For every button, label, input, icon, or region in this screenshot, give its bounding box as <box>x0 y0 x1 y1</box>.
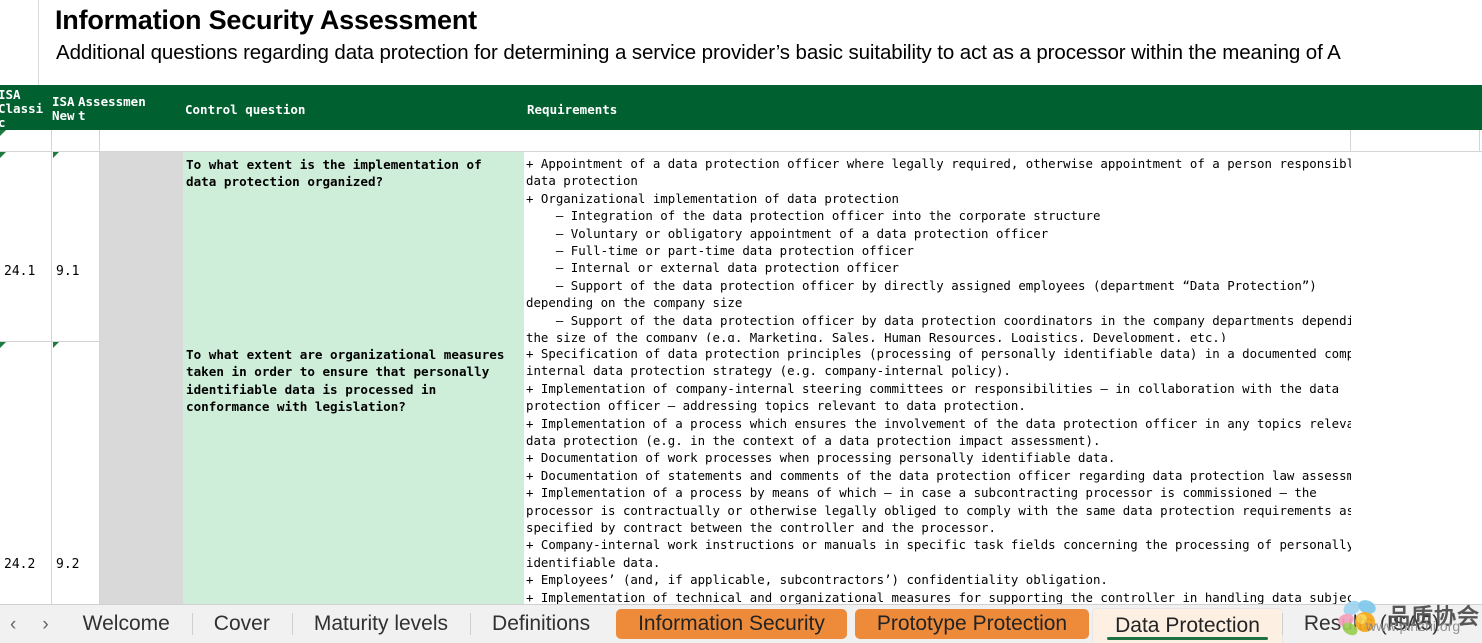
title-area: Information Security Assessment Addition… <box>0 0 1482 85</box>
cell-isa-new[interactable]: 9.2 <box>52 342 100 605</box>
comment-indicator-icon <box>53 342 59 348</box>
cell-control-question[interactable]: To what extent are organizational measur… <box>183 342 524 605</box>
isa-classic-value: 24.2 <box>4 557 36 572</box>
sheet-grid[interactable]: 24.1 9.1 To what extent is the implement… <box>0 130 1482 605</box>
cell-requirements[interactable]: + Appointment of a data protection offic… <box>524 152 1391 345</box>
cell-isa-classic[interactable]: 24.1 <box>0 152 52 342</box>
isa-new-value: 9.2 <box>56 557 80 572</box>
column-header-requirements[interactable]: Requirements <box>527 103 827 123</box>
comment-indicator-icon <box>0 342 6 348</box>
page-subtitle: Additional questions regarding data prot… <box>56 41 1341 64</box>
spreadsheet-window: Information Security Assessment Addition… <box>0 0 1482 643</box>
requirements-text: + Appointment of a data protection offic… <box>526 156 1391 346</box>
cell-assessment[interactable] <box>100 342 183 605</box>
sheet-tab-results-isa5[interactable]: Results (ISA5) <box>1281 605 1461 643</box>
cell-control-question[interactable]: To what extent is the implementation of … <box>183 152 524 342</box>
column-header-control-question[interactable]: Control question <box>185 103 485 123</box>
sheet-tab-data-protection[interactable]: Data Protection <box>1093 609 1282 643</box>
left-margin-rule <box>38 0 39 85</box>
cell-isa-new[interactable]: 9.1 <box>52 152 100 342</box>
active-tab-underline <box>1107 637 1268 640</box>
sheet-tab-cover[interactable]: Cover <box>191 605 292 643</box>
comment-indicator-icon <box>0 152 6 158</box>
sheet-tab-definitions[interactable]: Definitions <box>470 605 612 643</box>
sheet-tab-bar: ‹ › Welcome Cover Maturity levels Defini… <box>0 600 1482 643</box>
page-title: Information Security Assessment <box>55 5 477 35</box>
requirements-text: + Specification of data protection princ… <box>526 346 1392 605</box>
sheet-tab-maturity-levels[interactable]: Maturity levels <box>291 605 470 643</box>
cell-isa-classic[interactable]: 24.2 <box>0 342 52 605</box>
cell-requirements[interactable]: + Specification of data protection princ… <box>524 342 1392 605</box>
column-header-assessment[interactable]: Assessmen t <box>78 95 160 129</box>
sheet-tab-information-security[interactable]: Information Security <box>616 609 847 639</box>
control-question-text: To what extent are organizational measur… <box>186 347 505 415</box>
sheet-tab-prototype-protection[interactable]: Prototype Protection <box>854 609 1090 639</box>
sheet-tab-data-protection-label: Data Protection <box>1115 614 1260 637</box>
sheet-tabs: Welcome Cover Maturity levels Definition… <box>61 605 1462 643</box>
column-header-isa-classic[interactable]: ISA Classi c <box>0 88 44 132</box>
comment-indicator-icon <box>53 152 59 158</box>
sheet-tab-welcome[interactable]: Welcome <box>61 605 192 643</box>
cell-empty-trailing[interactable] <box>1351 152 1482 342</box>
comment-indicator-icon <box>0 130 6 136</box>
isa-classic-value: 24.1 <box>4 264 36 279</box>
chevron-left-icon[interactable]: ‹ <box>4 613 22 636</box>
sheet-nav-arrows: ‹ › <box>0 605 61 643</box>
table-row[interactable]: 24.1 9.1 To what extent is the implement… <box>0 152 1482 345</box>
cell-empty-trailing[interactable] <box>1351 342 1482 605</box>
chevron-right-icon[interactable]: › <box>36 613 54 636</box>
table-row[interactable]: 24.2 9.2 To what extent are organization… <box>0 342 1482 605</box>
isa-new-value: 9.1 <box>56 264 80 279</box>
control-question-text: To what extent is the implementation of … <box>186 157 482 190</box>
cell-assessment[interactable] <box>100 152 183 342</box>
